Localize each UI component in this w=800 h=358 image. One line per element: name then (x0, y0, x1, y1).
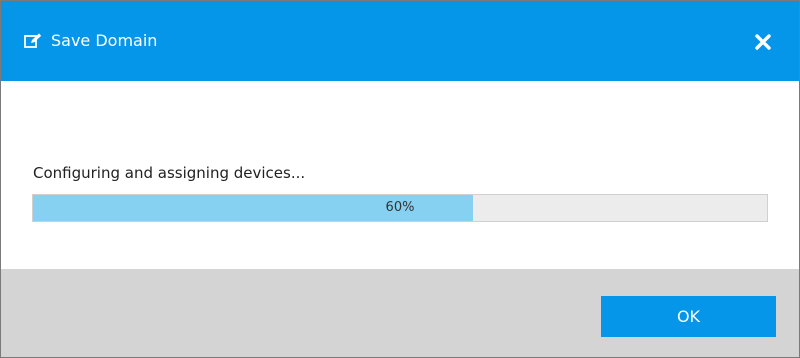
ok-button[interactable]: OK (601, 296, 776, 337)
dialog-footer: OK (1, 269, 799, 357)
progress-status-text: Configuring and assigning devices... (33, 164, 306, 182)
dialog-title: Save Domain (51, 31, 158, 50)
progress-bar: 60% (32, 194, 768, 222)
dialog-titlebar: Save Domain (1, 1, 799, 81)
edit-icon (24, 33, 42, 48)
progress-percent-label: 60% (385, 200, 415, 215)
save-domain-dialog: Save Domain Configuring and assigning de… (0, 0, 800, 358)
close-icon[interactable] (753, 32, 773, 52)
dialog-body: Configuring and assigning devices... 60% (1, 81, 799, 269)
